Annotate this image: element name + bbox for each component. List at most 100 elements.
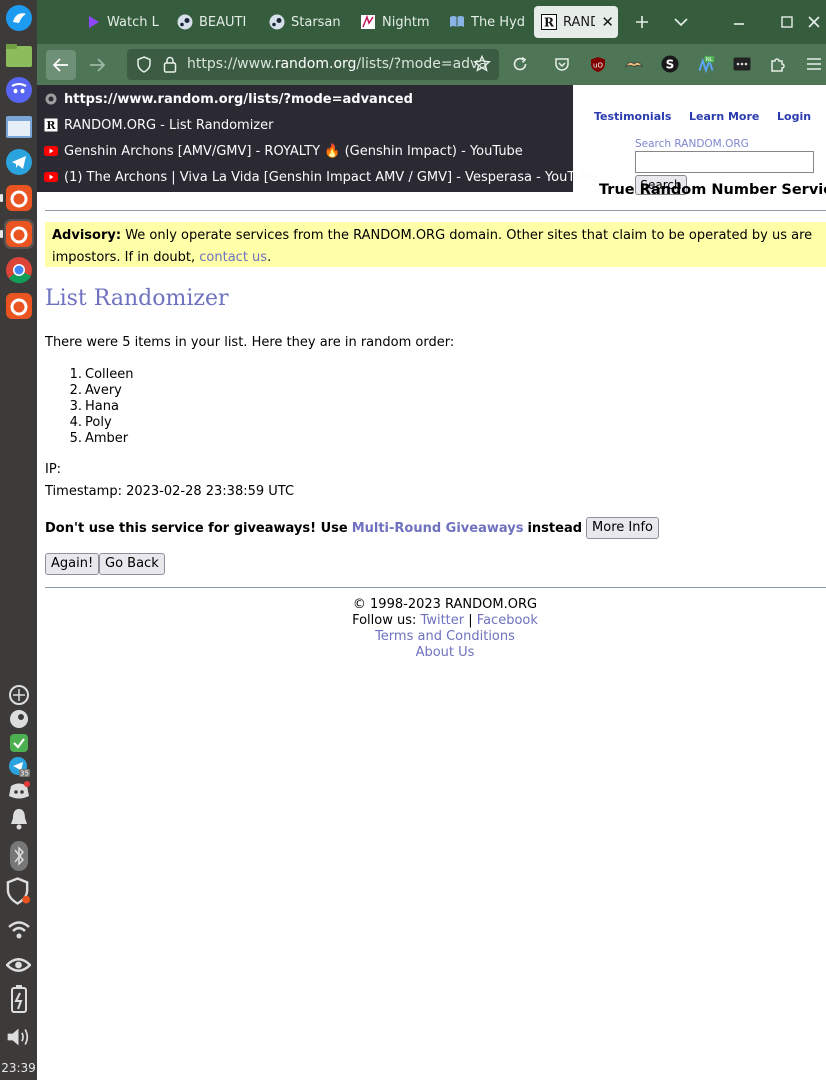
pocket-icon[interactable]	[553, 55, 571, 73]
facebook-link[interactable]: Facebook	[477, 613, 538, 628]
tab-beautiful[interactable]: BEAUTI	[177, 6, 253, 38]
tweetdeck-icon[interactable]	[4, 3, 34, 33]
forward-arrow-icon	[90, 58, 105, 72]
reload-icon[interactable]	[511, 55, 529, 73]
testimonials-link[interactable]: Testimonials	[594, 110, 671, 123]
footer: © 1998-2023 RANDOM.ORG Follow us: Twitte…	[45, 597, 826, 661]
new-tab-icon[interactable]	[630, 10, 654, 34]
minimize-icon[interactable]	[727, 10, 751, 34]
suggestion-item[interactable]: https://www.random.org/lists/?mode=advan…	[37, 86, 573, 112]
svg-text:R: R	[544, 16, 555, 30]
advisory-banner: Advisory: We only operate services from …	[45, 222, 826, 267]
maximize-icon[interactable]	[775, 10, 799, 34]
tracking-shield-icon[interactable]	[136, 56, 152, 77]
tab-random-org[interactable]: R RAND ✕	[534, 6, 618, 38]
url-path: /lists/?mode=adva	[356, 56, 487, 72]
window-icon[interactable]	[4, 112, 34, 142]
result-intro: There were 5 items in your list. Here th…	[45, 335, 455, 350]
terms-link[interactable]: Terms and Conditions	[375, 629, 515, 644]
chrome-icon[interactable]	[4, 255, 34, 285]
about-link[interactable]: About Us	[416, 645, 475, 660]
discord-icon[interactable]	[6, 778, 31, 803]
again-button[interactable]: Again!	[45, 553, 100, 575]
nl-extension-icon[interactable]: NL	[697, 55, 715, 74]
tab-title: The Hyd	[471, 14, 525, 30]
svg-text:R: R	[46, 119, 56, 132]
back-button[interactable]	[46, 50, 76, 80]
separator: |	[468, 613, 473, 628]
go-back-button[interactable]: Go Back	[99, 553, 165, 575]
contact-us-link[interactable]: contact us	[199, 250, 267, 265]
steam-icon[interactable]	[6, 706, 31, 731]
suggestion-text: (1) The Archons | Viva La Vida [Genshin …	[64, 169, 598, 185]
tab-nightmare[interactable]: Nightm	[360, 6, 436, 38]
list-item: 5. Amber	[69, 431, 129, 446]
dock: 35 23:39	[0, 0, 37, 1080]
list-item-text: Colleen	[85, 367, 134, 382]
advisory-label: Advisory:	[52, 228, 122, 243]
hamburger-menu-icon[interactable]	[805, 55, 823, 73]
firefox-icon[interactable]	[4, 183, 34, 213]
wifi-icon[interactable]	[6, 917, 31, 942]
ublock-icon[interactable]: uO	[589, 55, 607, 73]
copyright: © 1998-2023 RANDOM.ORG	[352, 597, 538, 612]
files-icon[interactable]	[4, 41, 34, 71]
telegram-badge: 35	[20, 769, 29, 777]
list-item: 4. Poly	[69, 415, 112, 430]
list-item: 3. Hana	[69, 399, 119, 414]
nvidia-icon[interactable]	[6, 952, 31, 977]
search-label: Search RANDOM.ORG	[635, 138, 749, 150]
close-window-icon[interactable]	[802, 10, 826, 34]
search-input[interactable]	[635, 151, 814, 173]
shield-icon[interactable]	[6, 876, 31, 905]
tab-title: BEAUTI	[199, 14, 247, 30]
extensions-puzzle-icon[interactable]	[769, 55, 787, 73]
discord-icon[interactable]	[4, 75, 34, 105]
globe-icon	[44, 92, 58, 106]
close-tab-icon[interactable]: ✕	[601, 13, 614, 31]
url-suggestions: https://www.random.org/lists/?mode=advan…	[37, 85, 598, 192]
bluetooth-icon[interactable]	[6, 840, 31, 871]
clock[interactable]: 23:39	[0, 1061, 37, 1075]
multi-round-giveaways-link[interactable]: Multi-Round Giveaways	[352, 521, 524, 536]
nav-bar: https://www.random.org/lists/?mode=adva …	[37, 44, 826, 85]
firefox-icon[interactable]	[4, 219, 34, 249]
telegram-icon[interactable]	[4, 147, 34, 177]
divider	[45, 587, 826, 588]
mustache-icon[interactable]	[625, 55, 643, 73]
manga-icon	[360, 14, 376, 30]
tab-starsand[interactable]: Starsan	[269, 6, 345, 38]
twitter-link[interactable]: Twitter	[421, 613, 465, 628]
suggestion-text: RANDOM.ORG - List Randomizer	[64, 117, 274, 133]
volume-icon[interactable]	[6, 1024, 31, 1049]
bookmark-star-icon[interactable]	[473, 54, 491, 77]
dots-extension-icon[interactable]	[733, 55, 751, 73]
tab-title: Starsan	[291, 14, 341, 30]
tab-hydra[interactable]: The Hyd	[449, 6, 525, 38]
learn-more-link[interactable]: Learn More	[689, 110, 759, 123]
tab-bar: Watch L BEAUTI Starsan Nightm The Hyd R …	[37, 0, 826, 44]
login-link[interactable]: Login	[777, 110, 811, 123]
advisory-end: .	[267, 250, 272, 265]
tab-title: Watch L	[107, 14, 159, 30]
telegram-icon[interactable]: 35	[6, 754, 31, 779]
lock-icon[interactable]	[163, 56, 177, 77]
more-info-button[interactable]: More Info	[586, 517, 659, 539]
battery-icon[interactable]	[6, 984, 31, 1013]
tab-watch[interactable]: Watch L	[85, 6, 161, 38]
bell-icon[interactable]	[6, 806, 31, 831]
tab-list-chevron-icon[interactable]	[669, 10, 693, 34]
suggestion-item[interactable]: Genshin Archons [AMV/GMV] - ROYALTY 🔥 (G…	[37, 138, 573, 164]
firefox-icon[interactable]	[4, 291, 34, 321]
url-base: https://www.	[187, 56, 275, 72]
suggestion-text: Genshin Archons [AMV/GMV] - ROYALTY 🔥 (G…	[64, 143, 523, 159]
giveaway-text: Don't use this service for giveaways! Us…	[45, 520, 348, 536]
suggestion-item[interactable]: (1) The Archons | Viva La Vida [Genshin …	[37, 164, 598, 190]
list-item-text: Avery	[85, 383, 122, 398]
check-icon[interactable]	[6, 730, 31, 755]
forward-button[interactable]	[82, 50, 112, 80]
s-extension-icon[interactable]: S	[661, 55, 679, 73]
suggestion-item[interactable]: R RANDOM.ORG - List Randomizer	[37, 112, 573, 138]
network-icon[interactable]	[6, 682, 31, 707]
url-bar[interactable]: https://www.random.org/lists/?mode=adva	[127, 49, 499, 80]
